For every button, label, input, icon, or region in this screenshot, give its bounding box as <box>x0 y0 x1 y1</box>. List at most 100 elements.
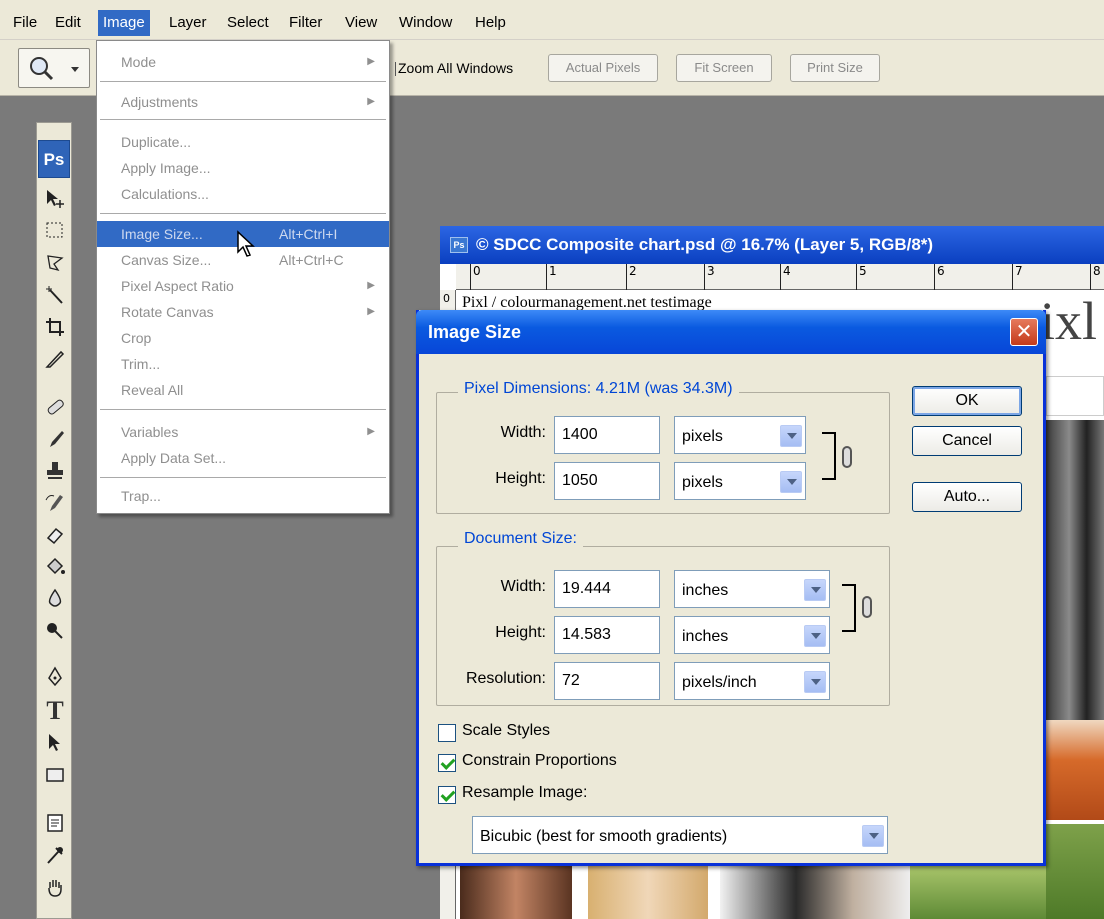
brush-tool-icon[interactable] <box>40 424 70 454</box>
menu-item-label: Image Size... <box>121 226 203 242</box>
select-value: pixels <box>682 428 723 445</box>
product-photo <box>1046 720 1104 820</box>
select-value: Bicubic (best for smooth gradients) <box>480 828 728 845</box>
resample-image-checkbox[interactable] <box>438 786 456 804</box>
menu-item-crop[interactable]: Crop <box>97 325 389 351</box>
menu-item-variables[interactable]: Variables ▶ <box>97 419 389 445</box>
eyedropper-tool-icon[interactable] <box>40 840 70 870</box>
menu-item-mode[interactable]: Mode ▶ <box>97 49 389 75</box>
fit-screen-button[interactable]: Fit Screen <box>676 54 772 82</box>
menu-item-reveal-all[interactable]: Reveal All <box>97 377 389 403</box>
tool-preset-picker[interactable] <box>18 48 90 88</box>
menu-item-rotate-canvas[interactable]: Rotate Canvas ▶ <box>97 299 389 325</box>
menu-file[interactable]: File <box>8 11 42 35</box>
doc-height-input[interactable]: 14.583 <box>554 616 660 654</box>
doc-link-bracket <box>842 584 856 632</box>
eraser-tool-icon[interactable] <box>40 520 70 550</box>
menu-window[interactable]: Window <box>394 11 457 35</box>
close-icon[interactable]: ✕ <box>1010 318 1038 346</box>
document-title-bar[interactable]: Ps © SDCC Composite chart.psd @ 16.7% (L… <box>440 226 1104 264</box>
landscape-photo <box>1046 824 1104 919</box>
ruler-label: 6 <box>934 264 945 290</box>
resolution-unit-select[interactable]: pixels/inch <box>674 662 830 700</box>
chevron-down-icon[interactable] <box>804 625 826 647</box>
blur-tool-icon[interactable] <box>40 584 70 614</box>
marquee-tool-icon[interactable] <box>40 216 70 246</box>
menu-item-calculations[interactable]: Calculations... <box>97 181 389 207</box>
move-tool-icon[interactable] <box>40 184 70 214</box>
menu-edit[interactable]: Edit <box>50 11 86 35</box>
menu-layer[interactable]: Layer <box>164 11 212 35</box>
resolution-input[interactable]: 72 <box>554 662 660 700</box>
type-tool-icon[interactable]: T <box>40 696 70 726</box>
chevron-down-icon[interactable] <box>804 579 826 601</box>
menu-view[interactable]: View <box>340 11 382 35</box>
ruler-label: 4 <box>780 264 791 290</box>
pixel-height-label: Height: <box>495 470 546 487</box>
link-chain-icon <box>862 596 872 618</box>
document-logo: ixl <box>1040 291 1098 351</box>
chevron-down-icon[interactable] <box>780 471 802 493</box>
submenu-arrow-icon: ▶ <box>367 96 375 107</box>
menu-select[interactable]: Select <box>222 11 274 35</box>
menu-item-label: Mode <box>121 54 157 70</box>
ruler-label: 1 <box>546 264 557 290</box>
doc-width-input[interactable]: 19.444 <box>554 570 660 608</box>
pixel-height-unit-select[interactable]: pixels <box>674 462 806 500</box>
lasso-tool-icon[interactable] <box>40 248 70 278</box>
doc-height-unit-select[interactable]: inches <box>674 616 830 654</box>
menu-item-pixel-aspect-ratio[interactable]: Pixel Aspect Ratio ▶ <box>97 273 389 299</box>
healing-brush-tool-icon[interactable] <box>40 392 70 422</box>
pixel-height-input[interactable]: 1050 <box>554 462 660 500</box>
magic-wand-tool-icon[interactable] <box>40 280 70 310</box>
dialog-title: Image Size <box>428 322 522 342</box>
pixel-width-input[interactable]: 1400 <box>554 416 660 454</box>
paint-bucket-tool-icon[interactable] <box>40 552 70 582</box>
menu-item-trim[interactable]: Trim... <box>97 351 389 377</box>
pixel-width-unit-select[interactable]: pixels <box>674 416 806 454</box>
doc-height-label: Height: <box>495 624 546 641</box>
horizontal-ruler: 0 1 2 3 4 5 6 7 8 <box>456 264 1104 290</box>
ok-button[interactable]: OK <box>912 386 1022 416</box>
menu-item-trap[interactable]: Trap... <box>97 483 389 509</box>
menu-help[interactable]: Help <box>470 11 511 35</box>
menu-item-duplicate[interactable]: Duplicate... <box>97 129 389 155</box>
menu-item-apply-image[interactable]: Apply Image... <box>97 155 389 181</box>
auto-button[interactable]: Auto... <box>912 482 1022 512</box>
pen-tool-icon[interactable] <box>40 662 70 692</box>
ps-logo: Ps <box>38 140 70 178</box>
crop-tool-icon[interactable] <box>40 312 70 342</box>
history-brush-tool-icon[interactable] <box>40 488 70 518</box>
ruler-label: 3 <box>704 264 715 290</box>
chevron-down-icon[interactable] <box>804 671 826 693</box>
menu-item-apply-data-set[interactable]: Apply Data Set... <box>97 445 389 471</box>
dodge-tool-icon[interactable] <box>40 616 70 646</box>
hand-tool-icon[interactable] <box>40 872 70 902</box>
doc-width-unit-select[interactable]: inches <box>674 570 830 608</box>
rectangle-tool-icon[interactable] <box>40 760 70 790</box>
portrait-photo-1 <box>460 866 572 919</box>
menu-item-adjustments[interactable]: Adjustments ▶ <box>97 89 389 115</box>
menu-filter[interactable]: Filter <box>284 11 327 35</box>
menu-separator <box>100 477 386 478</box>
dialog-title-bar[interactable]: Image Size <box>416 310 1046 354</box>
zoom-all-windows-label: Zoom All Windows <box>398 60 514 76</box>
chevron-down-icon[interactable] <box>862 825 884 847</box>
print-size-button[interactable]: Print Size <box>790 54 880 82</box>
menu-image[interactable]: Image <box>98 10 150 36</box>
ruler-label: 5 <box>856 264 867 290</box>
menu-item-label: Rotate Canvas <box>121 304 214 320</box>
scale-styles-checkbox[interactable] <box>438 724 456 742</box>
cancel-button[interactable]: Cancel <box>912 426 1022 456</box>
actual-pixels-button[interactable]: Actual Pixels <box>548 54 658 82</box>
constrain-proportions-checkbox[interactable] <box>438 754 456 772</box>
resample-method-select[interactable]: Bicubic (best for smooth gradients) <box>472 816 888 854</box>
clone-stamp-tool-icon[interactable] <box>40 456 70 486</box>
select-value: pixels/inch <box>682 674 757 691</box>
chevron-down-icon[interactable] <box>780 425 802 447</box>
ruler-label: 2 <box>626 264 637 290</box>
notes-tool-icon[interactable] <box>40 808 70 838</box>
slice-tool-icon[interactable] <box>40 344 70 374</box>
zoom-all-windows-checkbox[interactable]: Zoom All Windows <box>388 58 513 78</box>
path-selection-tool-icon[interactable] <box>40 728 70 758</box>
